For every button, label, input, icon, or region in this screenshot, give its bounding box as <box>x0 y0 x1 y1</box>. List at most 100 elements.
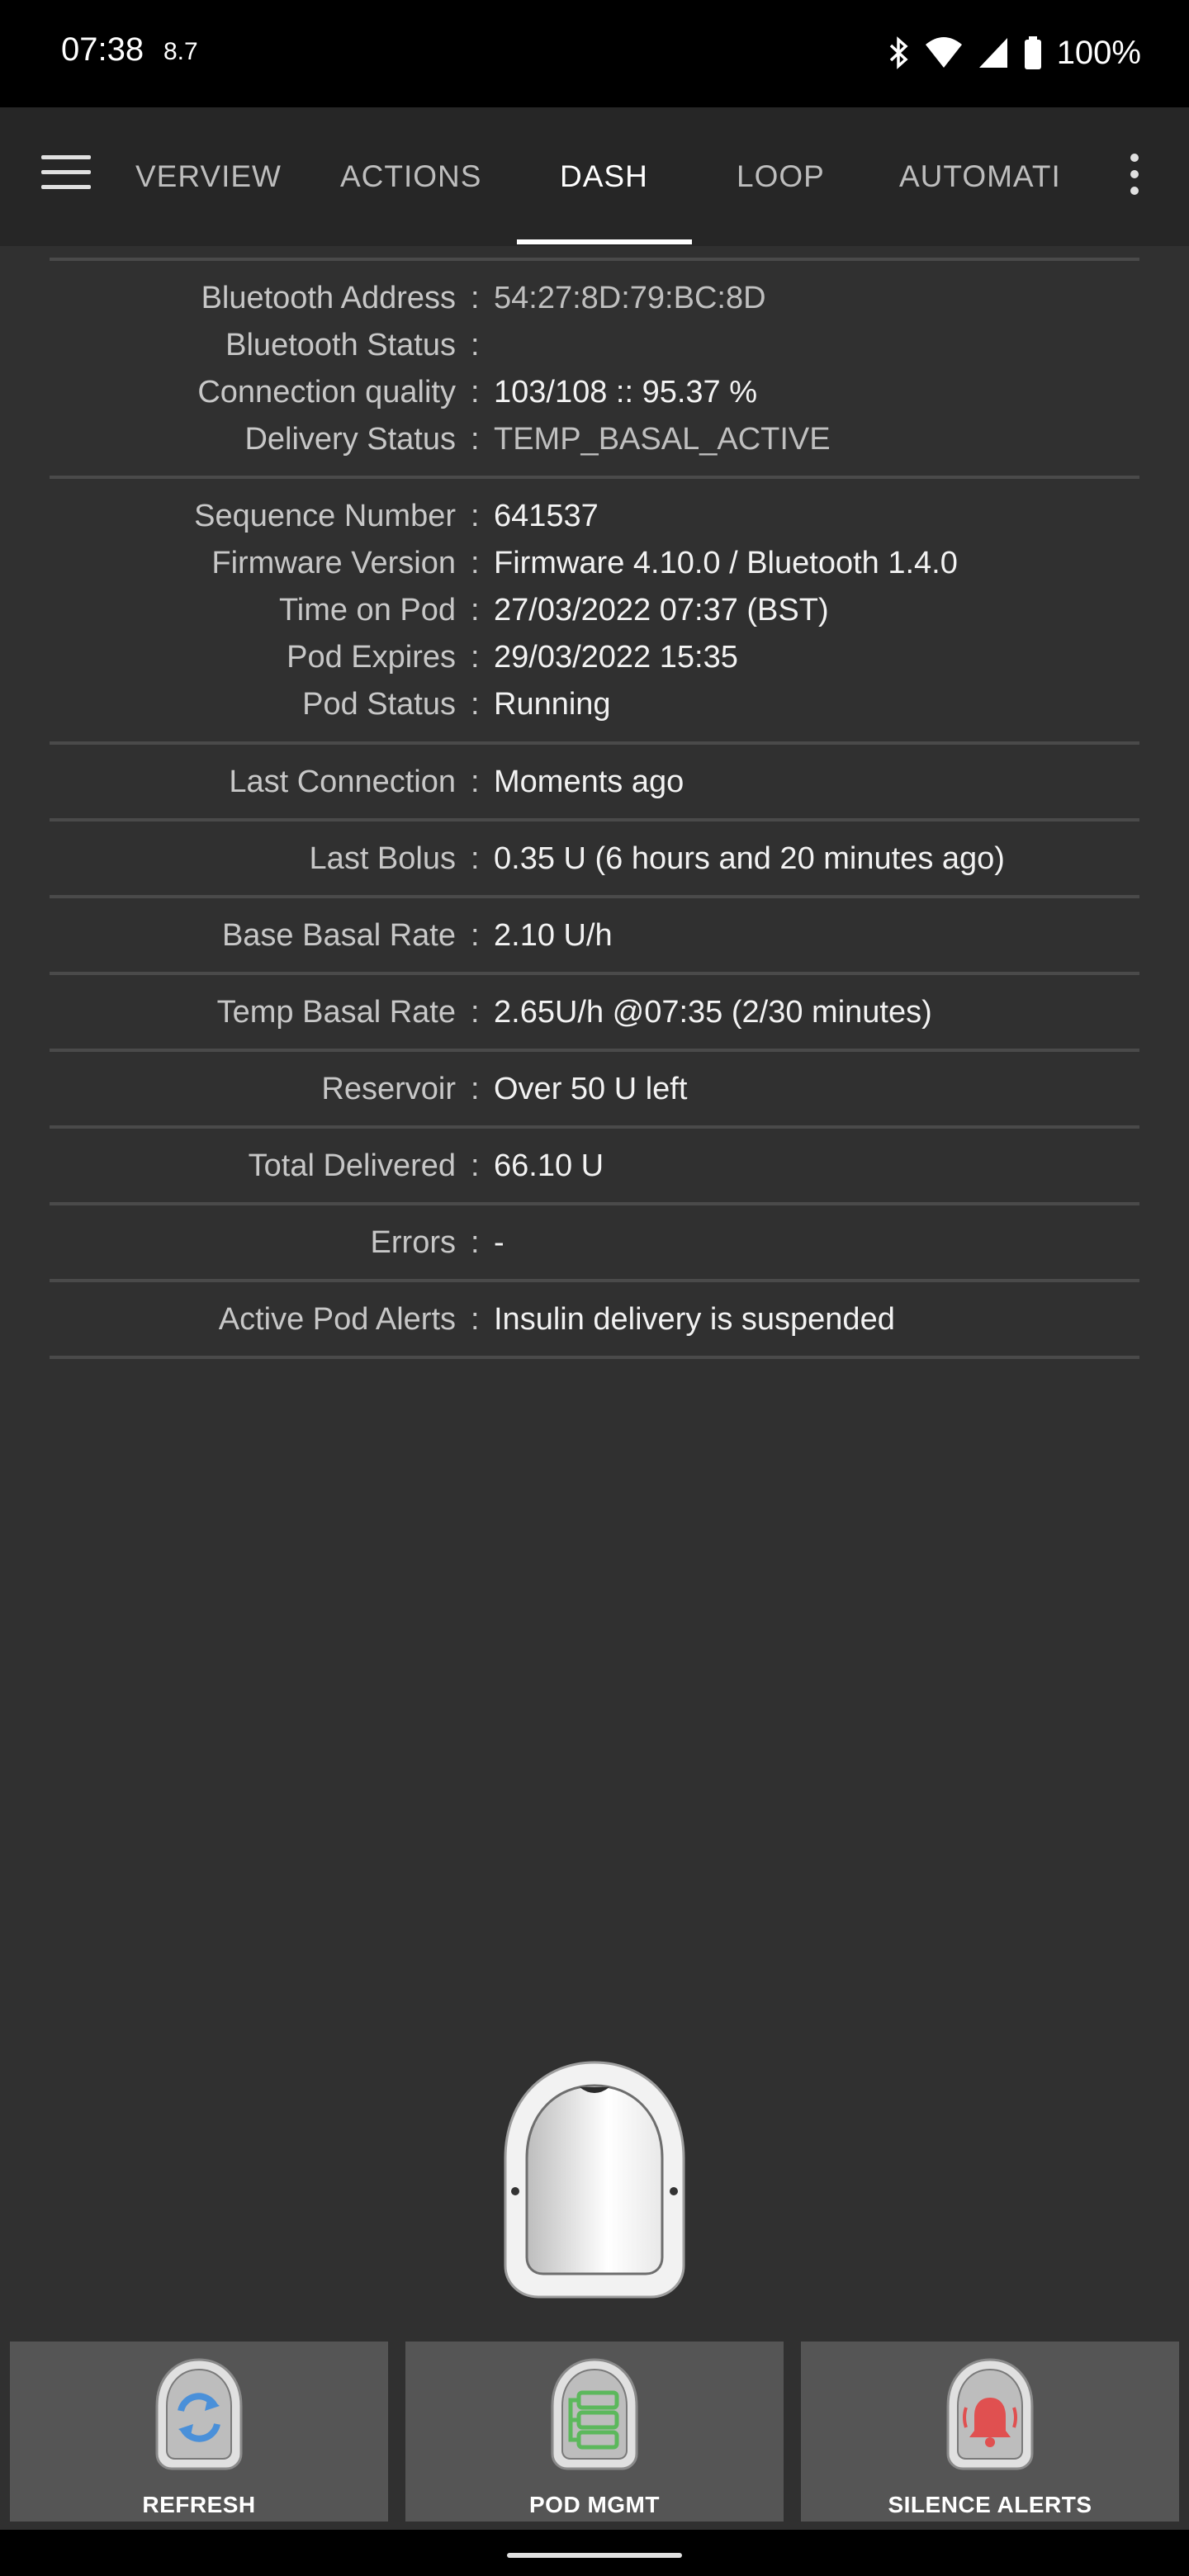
field-label: Bluetooth Address <box>201 281 456 315</box>
field-colon: : <box>471 499 480 533</box>
field-label: Delivery Status <box>244 422 456 457</box>
field-value: Firmware 4.10.0 / Bluetooth 1.4.0 <box>494 546 958 580</box>
divider <box>50 1279 1139 1282</box>
pod-device-image <box>504 2061 685 2299</box>
divider <box>50 1049 1139 1052</box>
field-row-last-connection: Last Connection : Moments ago <box>0 765 1189 812</box>
field-label: Temp Basal Rate <box>216 995 456 1030</box>
divider <box>50 818 1139 822</box>
divider <box>50 1356 1139 1359</box>
field-colon: : <box>471 1302 480 1337</box>
field-value: Over 50 U left <box>494 1072 688 1106</box>
status-icons: 100% <box>888 28 1141 78</box>
field-row-sequence-number: Sequence Number : 641537 <box>0 499 1189 546</box>
field-colon: : <box>471 1072 480 1106</box>
tab-overview[interactable]: VERVIEW <box>135 107 282 246</box>
field-row-pod-expires: Pod Expires : 29/03/2022 15:35 <box>0 640 1189 687</box>
home-gesture-handle[interactable] <box>507 2553 682 2558</box>
field-value: Running <box>494 687 611 722</box>
field-value: 66.10 U <box>494 1148 604 1183</box>
tab-loop[interactable]: LOOP <box>737 107 825 246</box>
field-value: 103/108 :: 95.37 % <box>494 375 758 410</box>
field-row-base-basal-rate: Base Basal Rate : 2.10 U/h <box>0 918 1189 965</box>
pod-management-button[interactable]: POD MGMT <box>405 2342 784 2522</box>
field-value: Insulin delivery is suspended <box>494 1302 895 1337</box>
field-label: Connection quality <box>197 375 456 410</box>
alarm-bell-icon <box>946 2358 1034 2470</box>
field-label: Pod Status <box>302 687 456 722</box>
divider <box>50 972 1139 975</box>
field-row-time-on-pod: Time on Pod : 27/03/2022 07:37 (BST) <box>0 593 1189 640</box>
field-row-firmware-version: Firmware Version : Firmware 4.10.0 / Blu… <box>0 546 1189 593</box>
pod-management-label: POD MGMT <box>529 2492 660 2517</box>
field-label: Time on Pod <box>278 593 456 627</box>
divider <box>50 741 1139 745</box>
field-row-delivery-status: Delivery Status : TEMP_BASAL_ACTIVE <box>0 422 1189 469</box>
field-value: 54:27:8D:79:BC:8D <box>494 281 766 315</box>
field-colon: : <box>471 422 480 457</box>
field-colon: : <box>471 1148 480 1183</box>
divider <box>50 1125 1139 1129</box>
field-row-reservoir: Reservoir : Over 50 U left <box>0 1072 1189 1119</box>
divider <box>50 895 1139 898</box>
field-value: Moments ago <box>494 765 685 799</box>
field-colon: : <box>471 841 480 876</box>
field-label: Last Bolus <box>309 841 456 876</box>
field-label: Sequence Number <box>194 499 456 533</box>
field-row-bluetooth-address: Bluetooth Address : 54:27:8D:79:BC:8D <box>0 281 1189 328</box>
field-colon: : <box>471 546 480 580</box>
field-colon: : <box>471 1225 480 1260</box>
field-value: 29/03/2022 15:35 <box>494 640 738 675</box>
tab-actions[interactable]: ACTIONS <box>340 107 481 246</box>
cell-signal-icon <box>978 38 1007 68</box>
status-bar: 07:38 8.7 100% <box>0 0 1189 107</box>
field-value: 641537 <box>494 499 599 533</box>
field-colon: : <box>471 375 480 410</box>
tab-bar: VERVIEW ACTIONS DASH LOOP AUTOMATI <box>0 107 1189 246</box>
field-value: 27/03/2022 07:37 (BST) <box>494 593 829 627</box>
refresh-button[interactable]: REFRESH <box>10 2342 388 2522</box>
field-row-connection-quality: Connection quality : 103/108 :: 95.37 % <box>0 375 1189 422</box>
refresh-icon <box>155 2358 243 2470</box>
field-label: Errors <box>370 1225 456 1260</box>
field-label: Last Connection <box>229 765 456 799</box>
field-row-last-bolus: Last Bolus : 0.35 U (6 hours and 20 minu… <box>0 841 1189 888</box>
overflow-menu-icon[interactable] <box>1125 154 1144 203</box>
field-value: 2.10 U/h <box>494 918 613 953</box>
tab-automation[interactable]: AUTOMATI <box>899 107 1061 246</box>
field-colon: : <box>471 281 480 315</box>
system-nav-bar <box>0 2530 1189 2576</box>
status-extra: 8.7 <box>163 38 198 65</box>
field-label: Base Basal Rate <box>221 918 456 953</box>
tab-dash[interactable]: DASH <box>560 107 648 246</box>
silence-alerts-button[interactable]: SILENCE ALERTS <box>801 2342 1179 2522</box>
field-colon: : <box>471 995 480 1030</box>
field-row-total-delivered: Total Delivered : 66.10 U <box>0 1148 1189 1196</box>
field-value: 0.35 U (6 hours and 20 minutes ago) <box>494 841 1005 876</box>
clock: 07:38 <box>61 31 144 68</box>
refresh-label: REFRESH <box>142 2492 256 2517</box>
field-row-temp-basal-rate: Temp Basal Rate : 2.65U/h @07:35 (2/30 m… <box>0 995 1189 1042</box>
divider <box>50 1202 1139 1205</box>
silence-alerts-label: SILENCE ALERTS <box>888 2492 1092 2517</box>
field-row-active-pod-alerts: Active Pod Alerts : Insulin delivery is … <box>0 1302 1189 1349</box>
hamburger-menu-icon[interactable] <box>41 155 91 197</box>
field-label: Firmware Version <box>211 546 456 580</box>
field-label: Reservoir <box>321 1072 456 1106</box>
wifi-icon <box>925 37 962 68</box>
field-colon: : <box>471 687 480 722</box>
field-value: - <box>494 1225 504 1260</box>
pod-management-icon <box>551 2358 638 2470</box>
field-colon: : <box>471 765 480 799</box>
bluetooth-icon <box>889 36 908 69</box>
field-label: Active Pod Alerts <box>218 1302 456 1337</box>
field-label: Pod Expires <box>287 640 456 675</box>
field-colon: : <box>471 328 480 362</box>
divider <box>50 476 1139 479</box>
field-row-errors: Errors : - <box>0 1225 1189 1272</box>
battery-icon <box>1024 36 1041 69</box>
battery-percent: 100% <box>1056 34 1141 71</box>
field-label: Total Delivered <box>248 1148 456 1183</box>
field-row-pod-status: Pod Status : Running <box>0 687 1189 734</box>
divider <box>50 258 1139 261</box>
